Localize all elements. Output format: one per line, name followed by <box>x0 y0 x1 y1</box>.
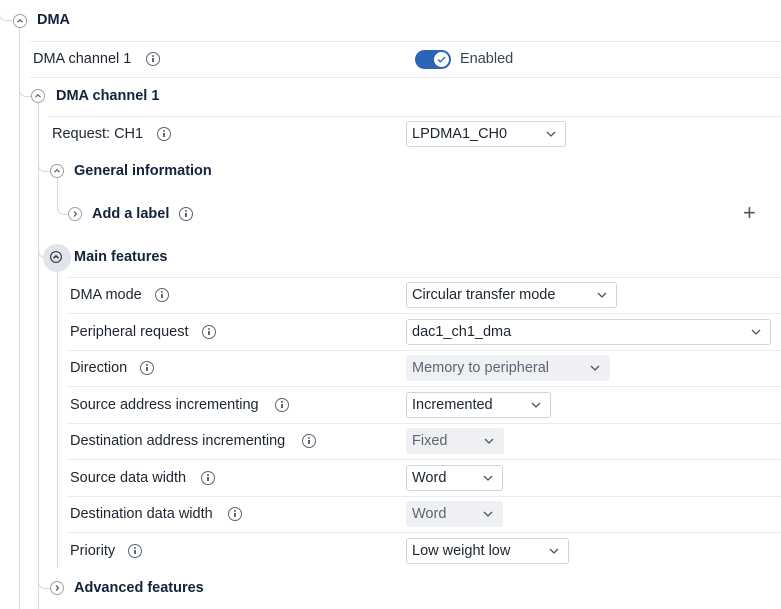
tree-line-level1 <box>38 103 39 609</box>
peripheral-request-label: Peripheral request <box>70 324 189 340</box>
request-label: Request: CH1 <box>52 126 144 142</box>
divider <box>66 423 781 424</box>
request-select-value: LPDMA1_CH0 <box>412 126 508 142</box>
dma-mode-label: DMA mode <box>70 287 142 303</box>
section-title-channel: DMA channel 1 <box>56 88 160 104</box>
info-icon[interactable] <box>201 471 215 485</box>
switch-state-label: Enabled <box>460 51 514 67</box>
chevron-down-icon <box>590 364 600 372</box>
dma-channel-enable-switch[interactable] <box>415 50 451 69</box>
dma-channel-toggle-label: DMA channel 1 <box>33 51 132 67</box>
expand-add-label-toggle[interactable] <box>68 207 82 221</box>
request-select[interactable]: LPDMA1_CH0 <box>406 121 566 147</box>
chevron-down-icon <box>597 291 607 299</box>
tree-line-general <box>57 178 58 202</box>
destination-data-width-value: Word <box>412 506 447 522</box>
destination-address-value: Fixed <box>412 433 448 449</box>
tree-line-level0 <box>19 27 20 609</box>
peripheral-request-value: dac1_ch1_dma <box>412 324 512 340</box>
collapse-dma-toggle[interactable] <box>13 14 27 28</box>
tree-elbow-general <box>38 159 50 172</box>
info-icon[interactable] <box>128 544 142 558</box>
divider <box>66 386 781 387</box>
chevron-up-icon <box>50 251 62 263</box>
chevron-right-icon <box>73 211 78 217</box>
divider <box>66 532 781 533</box>
source-data-width-value: Word <box>412 470 447 486</box>
chevron-down-icon <box>483 510 493 518</box>
info-icon[interactable] <box>179 207 193 221</box>
info-icon[interactable] <box>140 361 154 375</box>
chevron-right-icon <box>55 585 60 591</box>
add-label-title: Add a label <box>92 206 170 222</box>
chevron-down-icon <box>751 328 761 336</box>
section-title-dma: DMA <box>37 12 71 28</box>
divider <box>30 41 781 42</box>
tree-line-main <box>57 270 58 568</box>
plus-icon[interactable]: + <box>743 202 756 224</box>
chevron-down-icon <box>549 547 559 555</box>
source-address-select[interactable]: Incremented <box>406 392 551 418</box>
chevron-down-icon <box>531 401 541 409</box>
collapse-general-toggle[interactable] <box>50 164 64 178</box>
info-icon[interactable] <box>302 434 316 448</box>
section-title-advanced: Advanced features <box>74 580 204 596</box>
divider <box>66 277 781 278</box>
priority-select[interactable]: Low weight low <box>406 538 569 564</box>
priority-label: Priority <box>70 543 116 559</box>
chevron-down-icon <box>484 437 494 445</box>
destination-address-label: Destination address incrementing <box>70 433 286 449</box>
direction-value: Memory to peripheral <box>412 360 549 376</box>
dma-mode-value: Circular transfer mode <box>412 287 556 303</box>
chevron-down-icon <box>546 130 556 138</box>
expand-advanced-toggle[interactable] <box>50 581 64 595</box>
divider <box>48 116 781 117</box>
section-title-general: General information <box>74 163 212 179</box>
chevron-down-icon <box>483 474 493 482</box>
info-icon[interactable] <box>157 127 171 141</box>
collapse-channel-toggle[interactable] <box>31 89 45 103</box>
chevron-up-icon <box>35 93 41 98</box>
divider <box>66 350 781 351</box>
section-title-main: Main features <box>74 249 168 265</box>
info-icon[interactable] <box>202 325 216 339</box>
peripheral-request-select[interactable]: dac1_ch1_dma <box>406 319 771 345</box>
chevron-up-icon <box>17 18 23 23</box>
tree-elbow-channel <box>19 84 31 97</box>
check-icon <box>437 56 446 63</box>
tree-elbow-advanced <box>38 575 50 589</box>
source-address-label: Source address incrementing <box>70 397 259 413</box>
tree-elbow-addlabel <box>57 202 68 215</box>
chevron-up-icon <box>54 168 60 173</box>
collapse-main-toggle[interactable] <box>43 244 71 272</box>
divider <box>66 459 781 460</box>
destination-data-width-label: Destination data width <box>70 506 213 522</box>
info-icon[interactable] <box>155 288 169 302</box>
divider <box>30 77 781 78</box>
direction-label: Direction <box>70 360 128 376</box>
source-data-width-select[interactable]: Word <box>406 465 503 491</box>
priority-value: Low weight low <box>412 543 511 559</box>
tree-elbow-dma <box>0 0 12 21</box>
source-data-width-label: Source data width <box>70 470 187 486</box>
divider <box>66 496 781 497</box>
direction-select: Memory to peripheral <box>406 355 610 381</box>
destination-address-select: Fixed <box>406 428 504 454</box>
info-icon[interactable] <box>146 52 160 66</box>
divider <box>66 313 781 314</box>
destination-data-width-select: Word <box>406 501 503 527</box>
info-icon[interactable] <box>275 398 289 412</box>
info-icon[interactable] <box>228 507 242 521</box>
dma-mode-select[interactable]: Circular transfer mode <box>406 282 617 308</box>
source-address-value: Incremented <box>412 397 493 413</box>
